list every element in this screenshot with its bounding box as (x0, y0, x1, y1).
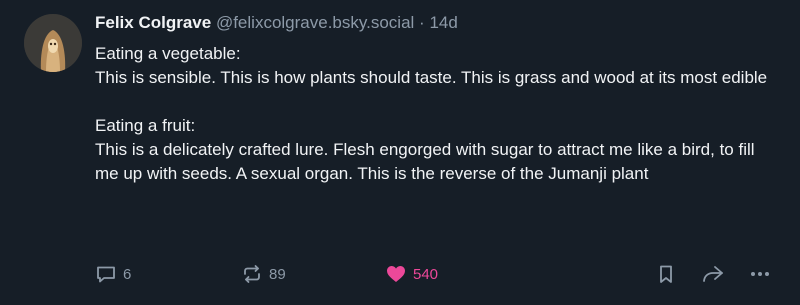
bookmark-button[interactable] (655, 262, 677, 286)
share-button[interactable] (701, 262, 725, 286)
post-header: Felix Colgrave @felixcolgrave.bsky.socia… (95, 12, 780, 34)
paragraph-text: This is a delicately crafted lure. Flesh… (95, 140, 755, 183)
post-age[interactable]: 14d (429, 13, 457, 32)
paragraph-heading: Eating a vegetable: (95, 44, 241, 63)
reply-button[interactable]: 6 (95, 262, 131, 286)
header-separator: · (419, 13, 425, 32)
more-options-button[interactable] (749, 262, 771, 286)
speech-bubble-icon (95, 263, 117, 285)
share-arrow-icon (701, 263, 725, 285)
like-button[interactable]: 540 (385, 262, 438, 286)
paragraph-heading: Eating a fruit: (95, 116, 196, 135)
repost-arrows-icon (241, 263, 263, 285)
avatar[interactable] (24, 14, 82, 72)
post-content: Felix Colgrave @felixcolgrave.bsky.socia… (95, 12, 780, 186)
author-handle[interactable]: @felixcolgrave.bsky.social (216, 13, 414, 32)
post-text: Eating a vegetable: This is sensible. Th… (95, 42, 780, 186)
repost-count: 89 (269, 265, 286, 283)
heart-icon (385, 263, 407, 285)
ellipsis-icon (749, 263, 771, 285)
paragraph-text: This is sensible. This is how plants sho… (95, 68, 768, 87)
like-count: 540 (413, 265, 439, 283)
post-card[interactable]: Felix Colgrave @felixcolgrave.bsky.socia… (0, 0, 800, 305)
author-name[interactable]: Felix Colgrave (95, 13, 211, 32)
reply-count: 6 (123, 265, 132, 283)
post-actions: 6 89 540 (95, 262, 780, 286)
bookmark-icon (655, 263, 677, 285)
repost-button[interactable]: 89 (241, 262, 286, 286)
